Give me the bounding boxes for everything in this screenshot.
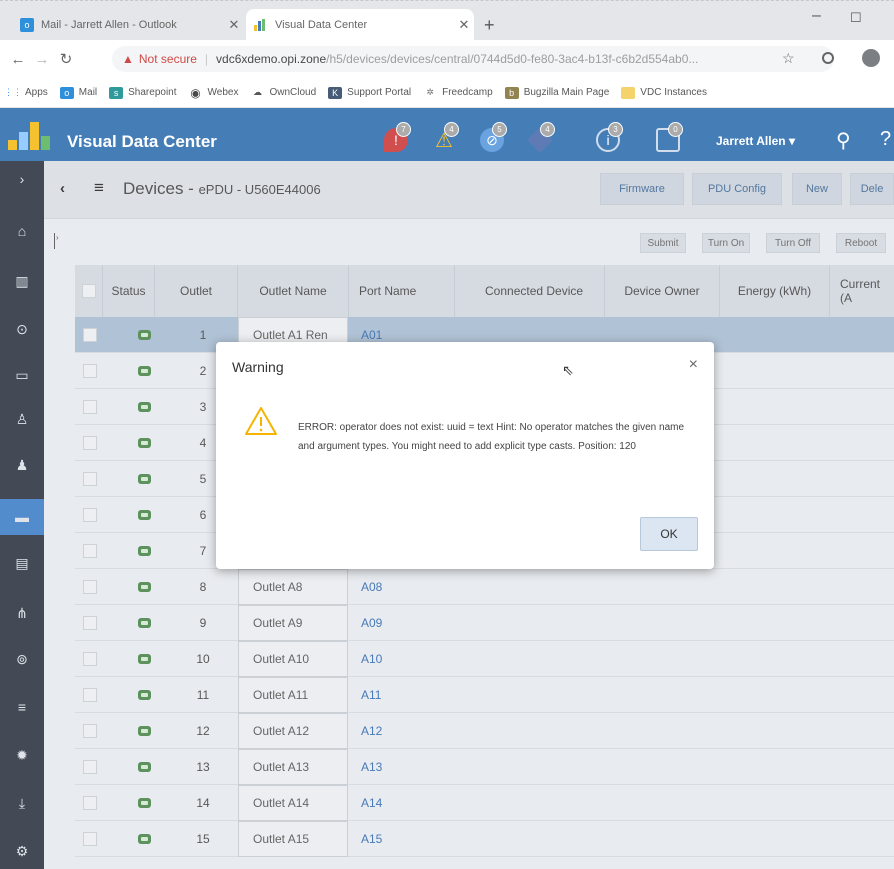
- warning-icon: [244, 406, 278, 436]
- close-icon[interactable]: ×: [689, 356, 698, 374]
- warning-dialog: Warning × ERROR: operator does not exist…: [216, 342, 714, 569]
- dialog-title: Warning: [232, 359, 284, 375]
- error-message: ERROR: operator does not exist: uuid = t…: [298, 422, 685, 452]
- ok-button[interactable]: OK: [640, 517, 698, 551]
- mouse-cursor-icon: ⇖: [562, 362, 574, 378]
